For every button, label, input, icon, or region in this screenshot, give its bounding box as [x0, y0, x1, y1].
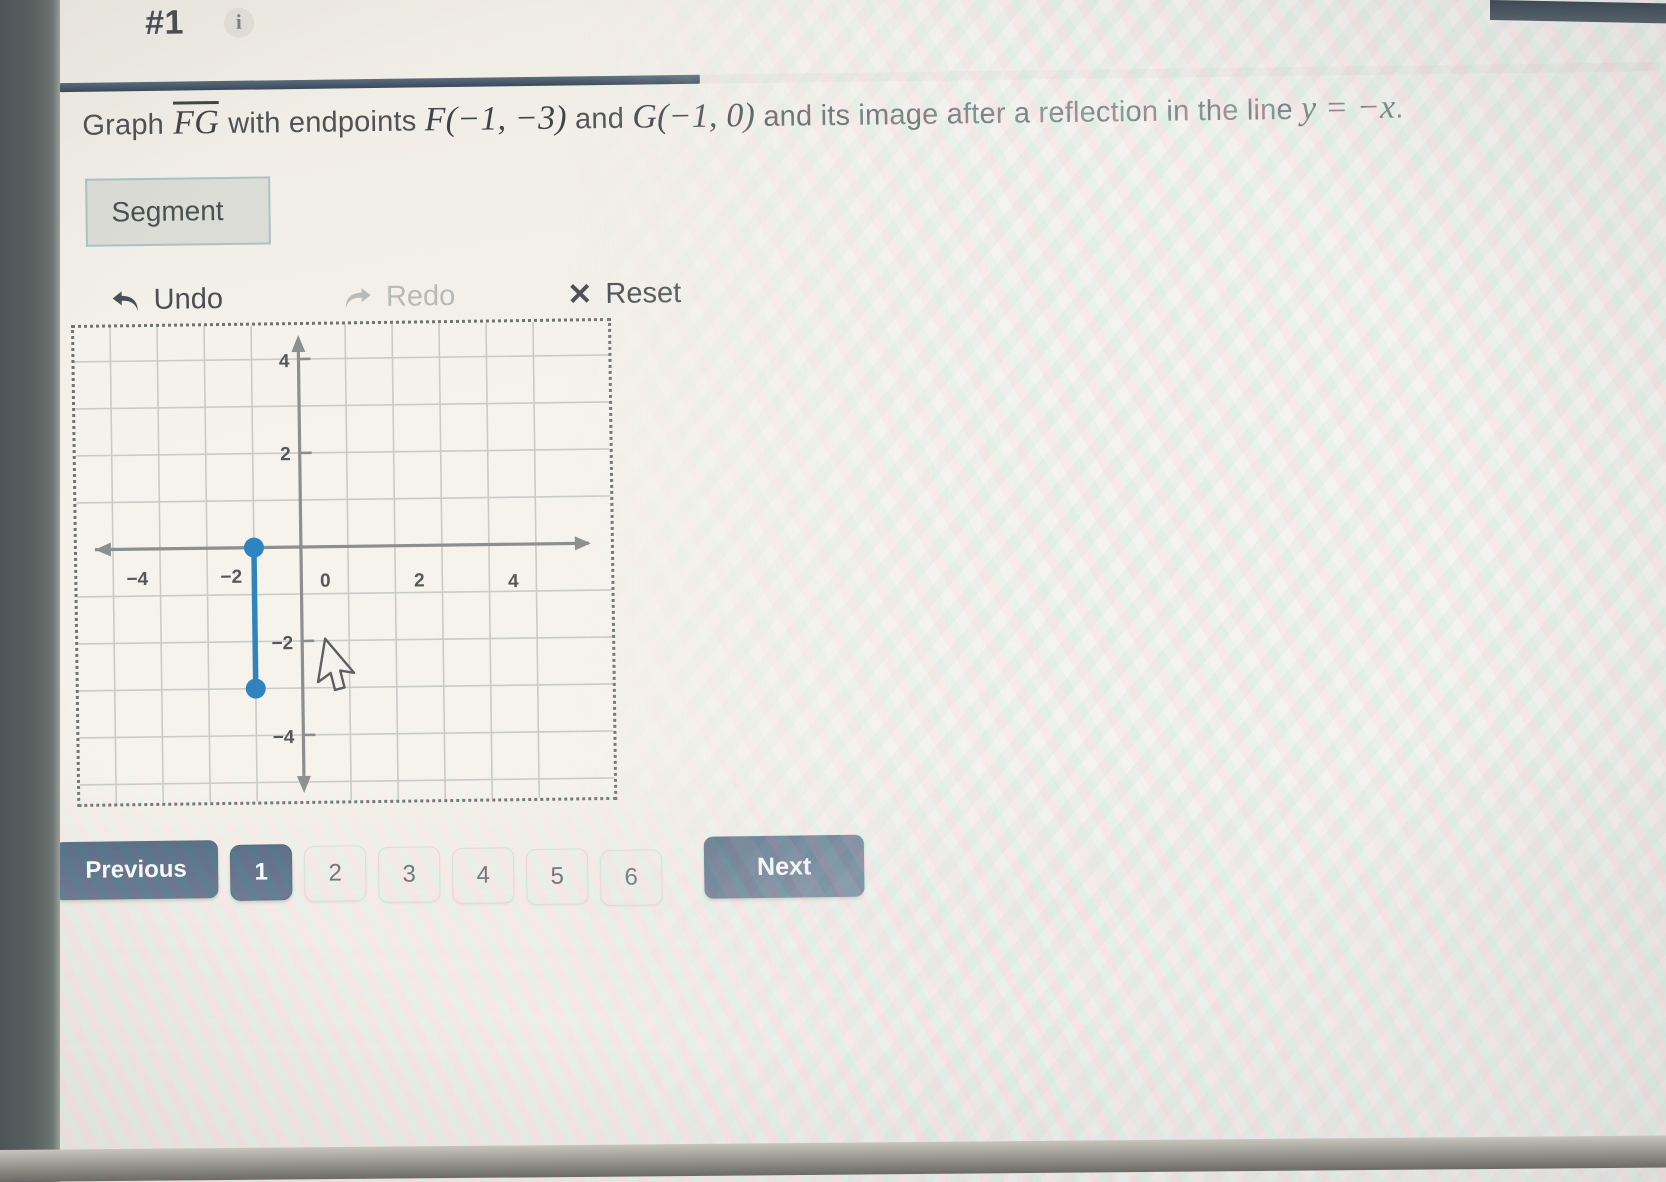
page-button-5[interactable]: 5: [525, 848, 589, 906]
y-tick-label: 4: [279, 351, 290, 372]
undo-label: Undo: [153, 283, 224, 316]
reset-button[interactable]: ✕ Reset: [567, 277, 681, 311]
segment-tool-label: Segment: [111, 194, 224, 228]
x-tick-label: −4: [126, 569, 148, 590]
screen-photo: #1 i Graph FG with endpoints F(−1, −3) a…: [0, 0, 1666, 1182]
page-button-1[interactable]: 1: [229, 844, 293, 901]
page-button-3[interactable]: 3: [377, 846, 441, 904]
pagination-bar: Previous 1 2 3 4 5 6 Next: [53, 811, 865, 914]
close-x-icon: ✕: [567, 277, 593, 311]
graph-svg: −4 −2 0 2 4 4 2 −2 −4: [74, 321, 614, 804]
prompt-tail: and its image after a reflection in the …: [763, 93, 1293, 133]
grid-lines: [74, 321, 614, 804]
coordinate-graph[interactable]: −4 −2 0 2 4 4 2 −2 −4: [70, 317, 618, 807]
page-button-4[interactable]: 4: [451, 847, 515, 905]
monitor-bezel-left: [0, 0, 60, 1182]
progress-bar-fill: [59, 74, 700, 93]
mouse-pointer-icon: [316, 637, 356, 692]
previous-button[interactable]: Previous: [53, 840, 219, 901]
question-prompt: Graph FG with endpoints F(−1, −3) and G(…: [82, 84, 1502, 147]
prompt-conj: and: [574, 102, 625, 136]
x-tick-label: 0: [320, 571, 331, 592]
page-button-2[interactable]: 2: [303, 845, 367, 902]
graph-actions: Undo Redo ✕ Reset: [110, 277, 681, 317]
segment-tool-button[interactable]: Segment: [85, 176, 271, 247]
graph-canvas: −4 −2 0 2 4 4 2 −2 −4: [74, 321, 614, 804]
undo-button[interactable]: Undo: [110, 283, 223, 317]
y-tick-label: −4: [273, 727, 295, 748]
point-f: F(−1, −3): [424, 99, 568, 139]
segment-endpoint-f[interactable]: [245, 678, 266, 699]
segment-line[interactable]: [251, 544, 259, 692]
x-tick-label: 4: [508, 571, 519, 592]
redo-arrow-icon: [343, 285, 373, 311]
redo-button[interactable]: Redo: [343, 280, 456, 314]
prompt-mid: with endpoints: [228, 105, 417, 140]
reset-label: Reset: [605, 277, 682, 310]
segment-notation: FG: [172, 104, 220, 142]
x-tick-label: −2: [220, 567, 242, 588]
segment-endpoint-g[interactable]: [243, 537, 264, 558]
next-button[interactable]: Next: [703, 834, 865, 899]
prompt-lead: Graph: [82, 108, 165, 142]
page-button-6[interactable]: 6: [599, 849, 663, 907]
y-tick-label: −2: [271, 633, 293, 654]
x-tick-label: 2: [414, 570, 425, 591]
point-g: G(−1, 0): [632, 97, 756, 136]
undo-arrow-icon: [111, 288, 141, 314]
segment-fg[interactable]: [243, 537, 266, 699]
redo-label: Redo: [385, 279, 456, 313]
page-title: #1: [144, 3, 185, 42]
info-icon[interactable]: i: [223, 7, 255, 38]
reflection-line-equation: y = −x: [1300, 88, 1396, 127]
app-ui-layer: #1 i Graph FG with endpoints F(−1, −3) a…: [0, 0, 1666, 1182]
question-header: #1 i: [144, 3, 255, 43]
axes: [94, 335, 591, 793]
prompt-period: .: [1395, 92, 1404, 125]
monitor-bezel-top-right: [1490, 0, 1666, 24]
y-tick-label: 2: [280, 444, 291, 465]
